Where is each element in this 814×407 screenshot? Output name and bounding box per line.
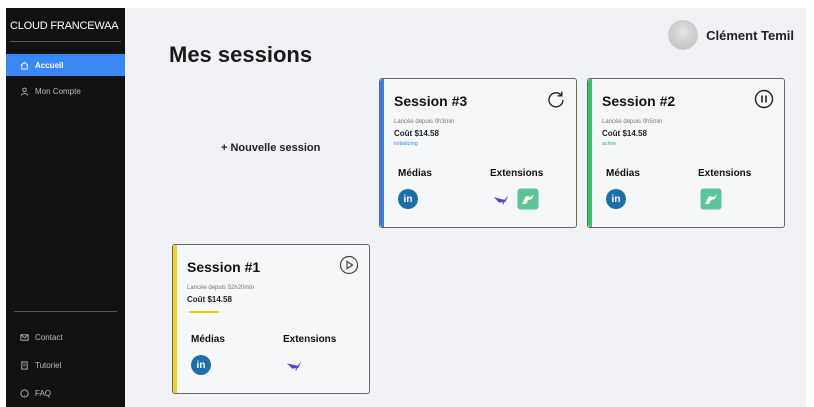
home-icon xyxy=(20,61,29,70)
session-card-2[interactable]: Session #2 Lancée depuis 0h5min Coût $14… xyxy=(587,78,785,228)
sidebar-item-label: Mon Compte xyxy=(35,86,81,96)
session-uptime: Lancée depuis 0h5min xyxy=(602,119,663,125)
extensions-heading: Extensions xyxy=(698,168,752,179)
mail-icon xyxy=(20,333,29,341)
sidebar-item-contact[interactable]: Contact xyxy=(6,326,125,348)
sidebar-item-label: Accueil xyxy=(35,60,64,70)
sidebar-item-faq[interactable]: FAQ xyxy=(6,382,125,404)
session-cost: Coût $14.58 xyxy=(187,295,232,304)
user-name: Clément Temil xyxy=(706,27,794,43)
app-window: CLOUD FRANCEWAA Accueil Mon Compte Conta… xyxy=(6,8,806,407)
help-icon xyxy=(20,388,29,398)
session-uptime: Lancée depuis 52h20min xyxy=(187,285,255,291)
user-icon xyxy=(20,87,29,96)
divider xyxy=(14,311,117,312)
new-session-button[interactable]: + Nouvelle session xyxy=(221,142,320,154)
session-title: Session #3 xyxy=(394,93,468,109)
status-indicator xyxy=(189,311,219,313)
page-title: Mes sessions xyxy=(169,42,313,67)
sidebar-item-label: FAQ xyxy=(35,388,52,398)
sidebar-item-mon-compte[interactable]: Mon Compte xyxy=(6,80,125,102)
sidebar-item-accueil[interactable]: Accueil xyxy=(6,54,125,76)
bird-extension-icon[interactable] xyxy=(492,190,510,208)
bird-extension-icon[interactable] xyxy=(285,356,303,374)
linkedin-icon[interactable]: in xyxy=(398,189,418,209)
medias-heading: Médias xyxy=(398,168,432,179)
document-icon xyxy=(21,360,28,370)
session-title: Session #2 xyxy=(602,93,676,109)
session-accent-bar xyxy=(173,245,177,393)
user-menu[interactable]: Clément Temil xyxy=(668,20,794,50)
sidebar-item-tutoriel[interactable]: Tutoriel xyxy=(6,354,125,376)
medias-heading: Médias xyxy=(606,168,640,179)
refresh-icon[interactable] xyxy=(546,89,566,109)
medias-heading: Médias xyxy=(191,334,225,345)
session-cost: Coût $14.58 xyxy=(602,129,647,138)
kangaroo-extension-icon[interactable] xyxy=(700,188,722,210)
sidebar-item-label: Contact xyxy=(35,332,63,342)
session-title: Session #1 xyxy=(187,259,261,275)
brand-logo: CLOUD FRANCEWAA xyxy=(10,20,119,32)
session-cost: Coût $14.58 xyxy=(394,129,439,138)
session-status: active xyxy=(602,141,617,147)
session-accent-bar xyxy=(380,79,384,227)
session-card-1[interactable]: Session #1 Lancée depuis 52h20min Coût $… xyxy=(172,244,370,394)
linkedin-icon[interactable]: in xyxy=(191,355,211,375)
kangaroo-extension-icon[interactable] xyxy=(517,188,539,210)
sidebar-item-label: Tutoriel xyxy=(35,360,62,370)
session-status: initializing xyxy=(394,141,418,147)
main-content: Mes sessions Clément Temil + Nouvelle se… xyxy=(125,8,806,407)
divider xyxy=(10,41,121,42)
session-accent-bar xyxy=(588,79,592,227)
sidebar: CLOUD FRANCEWAA Accueil Mon Compte Conta… xyxy=(6,8,125,407)
extensions-heading: Extensions xyxy=(490,168,544,179)
avatar[interactable] xyxy=(668,20,699,50)
extensions-heading: Extensions xyxy=(283,334,337,345)
session-uptime: Lancée depuis 0h3min xyxy=(394,119,455,125)
linkedin-icon[interactable]: in xyxy=(606,189,626,209)
play-icon[interactable] xyxy=(339,255,359,275)
pause-icon[interactable] xyxy=(754,89,774,109)
session-card-3[interactable]: Session #3 Lancée depuis 0h3min Coût $14… xyxy=(379,78,577,228)
